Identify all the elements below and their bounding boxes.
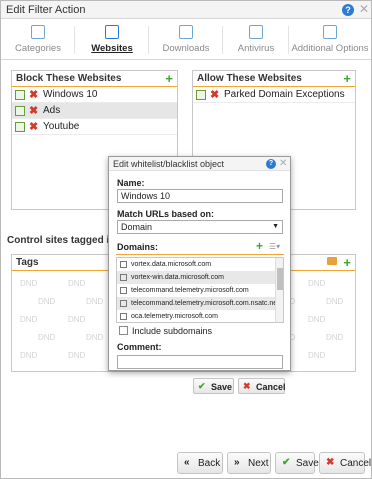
edit-icon[interactable] bbox=[120, 287, 127, 294]
edit-icon[interactable] bbox=[15, 90, 25, 100]
dnd-placeholder: DND bbox=[20, 279, 38, 288]
tab-categories[interactable]: Categories bbox=[1, 20, 75, 60]
scrollbar-thumb[interactable] bbox=[277, 268, 283, 290]
dnd-placeholder: DND bbox=[68, 351, 86, 360]
window-title: Edit Filter Action bbox=[6, 4, 86, 16]
list-item[interactable]: ✖ Parked Domain Exceptions bbox=[193, 87, 355, 103]
dnd-placeholder: DND bbox=[308, 315, 326, 324]
next-icon: » bbox=[234, 457, 240, 468]
cancel-button[interactable]: ✖ Cancel bbox=[319, 452, 371, 474]
match-label: Match URLs based on: bbox=[117, 209, 215, 219]
dialog-close-icon[interactable]: ✕ bbox=[279, 158, 287, 169]
cancel-icon: ✖ bbox=[326, 457, 335, 468]
dnd-placeholder: DND bbox=[38, 333, 56, 342]
dialog-title: Edit whitelist/blacklist object bbox=[113, 159, 225, 169]
name-field[interactable]: Windows 10 bbox=[117, 189, 283, 203]
cancel-icon: ✖ bbox=[243, 381, 251, 391]
filter-action-window: Edit Filter Action ? ✕ Categories Websit… bbox=[0, 0, 372, 479]
allow-websites-header: Allow These Websites + bbox=[193, 71, 355, 87]
comment-label: Comment: bbox=[117, 342, 162, 352]
chevron-down-icon: ▼ bbox=[272, 223, 279, 230]
delete-icon[interactable]: ✖ bbox=[29, 104, 38, 117]
edit-icon[interactable] bbox=[15, 106, 25, 116]
add-domain-icon[interactable]: + bbox=[256, 239, 263, 253]
include-subdomains-label: Include subdomains bbox=[132, 326, 213, 336]
delete-icon[interactable]: ✖ bbox=[210, 88, 219, 101]
domain-row[interactable]: telecommand.telemetry.microsoft.com.nsat… bbox=[117, 297, 283, 310]
dnd-placeholder: DND bbox=[86, 333, 104, 342]
list-item[interactable]: ✖ Windows 10 bbox=[12, 87, 177, 103]
name-label: Name: bbox=[117, 178, 145, 188]
domains-header: Domains: + ☰▾ bbox=[116, 239, 284, 255]
dnd-placeholder: DND bbox=[68, 315, 86, 324]
back-icon: « bbox=[184, 457, 190, 468]
edit-icon[interactable] bbox=[120, 313, 127, 320]
edit-object-dialog: Edit whitelist/blacklist object ? ✕ Name… bbox=[108, 156, 291, 394]
domain-row[interactable]: vortex.data.microsoft.com bbox=[117, 258, 283, 271]
block-websites-header: Block These Websites + bbox=[12, 71, 177, 87]
close-icon[interactable]: ✕ bbox=[358, 3, 370, 15]
downloads-icon bbox=[179, 25, 193, 39]
edit-icon[interactable] bbox=[120, 261, 127, 268]
domain-row[interactable]: vortex-win.data.microsoft.com bbox=[117, 271, 283, 284]
add-block-icon[interactable]: + bbox=[165, 71, 173, 86]
dnd-placeholder: DND bbox=[86, 297, 104, 306]
dnd-placeholder: DND bbox=[68, 279, 86, 288]
folder-icon[interactable] bbox=[327, 257, 337, 265]
window-titlebar: Edit Filter Action ? ✕ bbox=[1, 1, 371, 19]
delete-icon[interactable]: ✖ bbox=[29, 88, 38, 101]
list-item[interactable]: ✖ Ads bbox=[12, 103, 177, 119]
tags-title: Tags bbox=[16, 257, 39, 268]
match-select[interactable]: Domain ▼ bbox=[117, 220, 283, 234]
add-allow-icon[interactable]: + bbox=[343, 71, 351, 86]
websites-icon bbox=[105, 25, 119, 39]
add-tag-icon[interactable]: + bbox=[343, 255, 351, 270]
tab-websites[interactable]: Websites bbox=[75, 20, 149, 60]
dnd-placeholder: DND bbox=[326, 297, 344, 306]
tab-downloads[interactable]: Downloads bbox=[149, 20, 223, 60]
dnd-placeholder: DND bbox=[308, 279, 326, 288]
edit-icon[interactable] bbox=[15, 122, 25, 132]
domains-label: Domains: bbox=[117, 242, 159, 252]
dnd-placeholder: DND bbox=[20, 351, 38, 360]
domain-row[interactable]: telecommand.telemetry.microsoft.com bbox=[117, 284, 283, 297]
save-button[interactable]: ✔ Save bbox=[275, 452, 319, 474]
dialog-save-button[interactable]: ✔ Save bbox=[193, 378, 234, 394]
categories-icon bbox=[31, 25, 45, 39]
include-subdomains-checkbox[interactable] bbox=[119, 326, 128, 335]
list-item[interactable]: ✖ Youtube bbox=[12, 119, 177, 135]
dialog-help-icon[interactable]: ? bbox=[266, 159, 276, 169]
dnd-placeholder: DND bbox=[20, 315, 38, 324]
antivirus-icon bbox=[249, 25, 263, 39]
dnd-placeholder: DND bbox=[308, 351, 326, 360]
tab-antivirus[interactable]: Antivirus bbox=[223, 20, 289, 60]
domains-scrollbar[interactable] bbox=[275, 258, 283, 322]
edit-icon[interactable] bbox=[120, 274, 127, 281]
check-icon: ✔ bbox=[198, 381, 206, 391]
comment-field[interactable] bbox=[117, 355, 283, 369]
dialog-cancel-button[interactable]: ✖ Cancel bbox=[238, 378, 286, 394]
block-websites-title: Block These Websites bbox=[16, 73, 122, 84]
domains-list: vortex.data.microsoft.com vortex-win.dat… bbox=[116, 257, 284, 323]
help-icon[interactable]: ? bbox=[342, 4, 354, 16]
tab-bar: Categories Websites Downloads Antivirus … bbox=[1, 20, 371, 60]
back-button[interactable]: « Back bbox=[177, 452, 223, 474]
additional-options-icon bbox=[323, 25, 337, 39]
dnd-placeholder: DND bbox=[38, 297, 56, 306]
next-button[interactable]: » Next bbox=[227, 452, 271, 474]
dnd-placeholder: DND bbox=[326, 333, 344, 342]
tab-additional-options[interactable]: Additional Options bbox=[289, 20, 371, 60]
dialog-titlebar: Edit whitelist/blacklist object ? ✕ bbox=[109, 157, 290, 171]
delete-icon[interactable]: ✖ bbox=[29, 120, 38, 133]
edit-icon[interactable] bbox=[120, 300, 127, 307]
edit-icon[interactable] bbox=[196, 90, 206, 100]
list-menu-icon[interactable]: ☰▾ bbox=[269, 242, 280, 251]
check-icon: ✔ bbox=[282, 457, 291, 468]
allow-websites-title: Allow These Websites bbox=[197, 73, 302, 84]
domain-row[interactable]: oca.telemetry.microsoft.com bbox=[117, 310, 283, 322]
